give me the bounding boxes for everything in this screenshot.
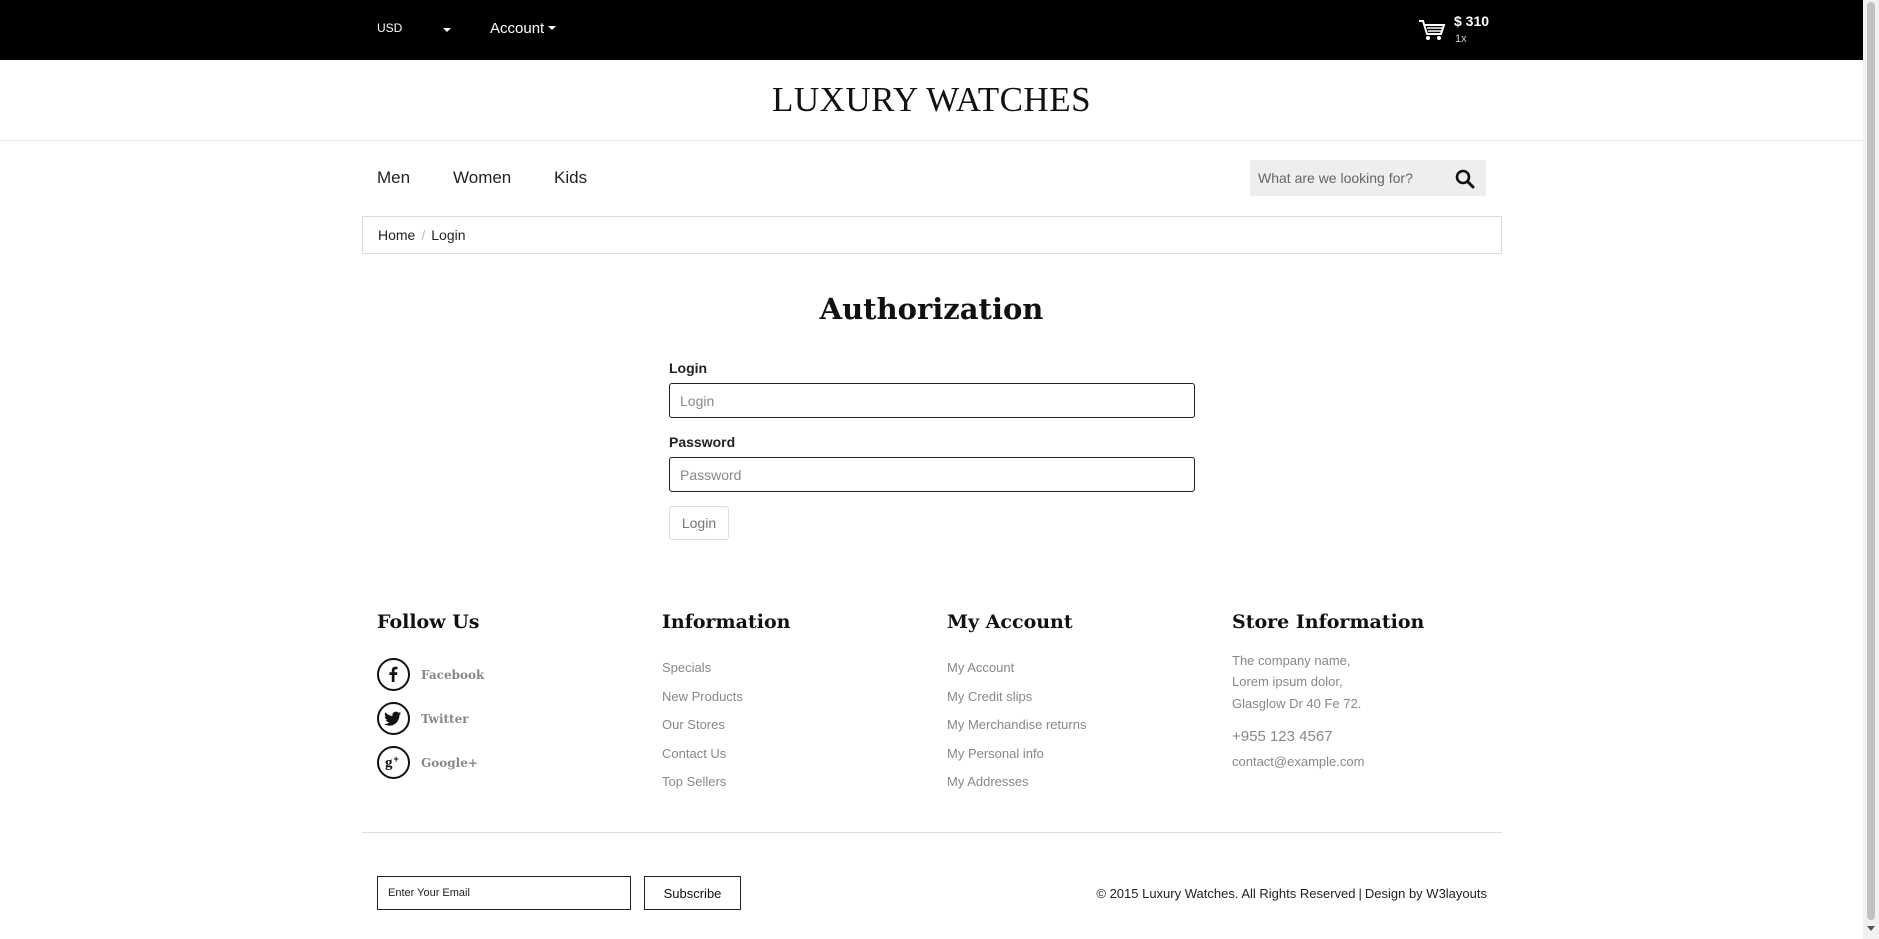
- store-address-line: The company name,: [1232, 653, 1351, 668]
- account-dropdown[interactable]: Account: [490, 20, 557, 37]
- follow-us-heading: Follow Us: [377, 611, 480, 633]
- svg-text:+: +: [394, 754, 399, 764]
- nav-item-kids[interactable]: Kids: [554, 168, 587, 188]
- nav-item-women[interactable]: Women: [453, 168, 511, 188]
- cart-count: 1x: [1455, 33, 1467, 45]
- footer-link-new-products[interactable]: New Products: [662, 689, 743, 704]
- scroll-down-arrow-icon[interactable]: [1867, 926, 1875, 931]
- breadcrumb-current: Login: [431, 227, 466, 243]
- twitter-icon: [377, 702, 410, 735]
- password-label: Password: [669, 434, 736, 450]
- cart-icon[interactable]: [1418, 18, 1446, 42]
- footer-divider: [362, 832, 1502, 833]
- information-heading: Information: [662, 611, 791, 633]
- my-account-heading: My Account: [947, 611, 1073, 633]
- scrollbar[interactable]: [1863, 0, 1879, 939]
- caret-down-icon: [548, 26, 557, 30]
- footer-link-my-account[interactable]: My Account: [947, 660, 1014, 675]
- breadcrumb-separator: /: [421, 227, 426, 243]
- footer-link-our-stores[interactable]: Our Stores: [662, 717, 725, 732]
- breadcrumb-home[interactable]: Home: [378, 227, 415, 243]
- google-plus-label: Google+: [421, 756, 478, 770]
- search-input[interactable]: [1250, 160, 1450, 196]
- footer-link-top-sellers[interactable]: Top Sellers: [662, 774, 726, 789]
- footer-link-merchandise-returns[interactable]: My Merchandise returns: [947, 717, 1086, 732]
- copyright: © 2015 Luxury Watches. All Rights Reserv…: [1040, 886, 1487, 901]
- subscribe-button[interactable]: Subscribe: [644, 876, 741, 910]
- footer-link-credit-slips[interactable]: My Credit slips: [947, 689, 1032, 704]
- copyright-separator: |: [1358, 886, 1362, 901]
- store-address-line: Lorem ipsum dolor,: [1232, 674, 1343, 689]
- store-phone: +955 123 4567: [1232, 728, 1333, 745]
- footer-link-specials[interactable]: Specials: [662, 660, 711, 675]
- svg-text:g: g: [385, 755, 393, 771]
- copyright-text: © 2015 Luxury Watches. All Rights Reserv…: [1096, 886, 1356, 901]
- store-information-heading: Store Information: [1232, 611, 1425, 633]
- twitter-label: Twitter: [421, 712, 469, 726]
- login-label: Login: [669, 360, 708, 376]
- top-bar: USD Account $ 310 1x: [0, 0, 1863, 60]
- google-plus-icon: g +: [377, 746, 410, 779]
- site-logo[interactable]: LUXURY WATCHES: [0, 80, 1863, 120]
- caret-down-icon[interactable]: [443, 28, 451, 32]
- login-button[interactable]: Login: [669, 506, 729, 540]
- footer-link-personal-info[interactable]: My Personal info: [947, 746, 1044, 761]
- nav-item-men[interactable]: Men: [377, 168, 410, 188]
- facebook-icon: [377, 658, 410, 691]
- cart-total[interactable]: $ 310: [1454, 13, 1489, 29]
- facebook-label: Facebook: [421, 668, 485, 682]
- design-credit-link[interactable]: Design by W3layouts: [1365, 886, 1487, 901]
- breadcrumb: Home / Login: [362, 216, 1502, 254]
- search-box: [1250, 160, 1486, 196]
- store-email-link[interactable]: contact@example.com: [1232, 754, 1364, 769]
- login-field[interactable]: [669, 383, 1195, 418]
- page-title: Authorization: [819, 292, 1044, 326]
- search-icon[interactable]: [1454, 168, 1476, 190]
- footer-link-contact-us[interactable]: Contact Us: [662, 746, 726, 761]
- newsletter-email-input[interactable]: [377, 876, 631, 910]
- store-address-line: Glasglow Dr 40 Fe 72.: [1232, 696, 1362, 711]
- account-label: Account: [490, 20, 545, 37]
- footer-link-addresses[interactable]: My Addresses: [947, 774, 1029, 789]
- header-divider: [0, 140, 1863, 141]
- currency-selector[interactable]: USD: [377, 21, 402, 35]
- scrollbar-thumb[interactable]: [1867, 2, 1875, 920]
- password-field[interactable]: [669, 457, 1195, 492]
